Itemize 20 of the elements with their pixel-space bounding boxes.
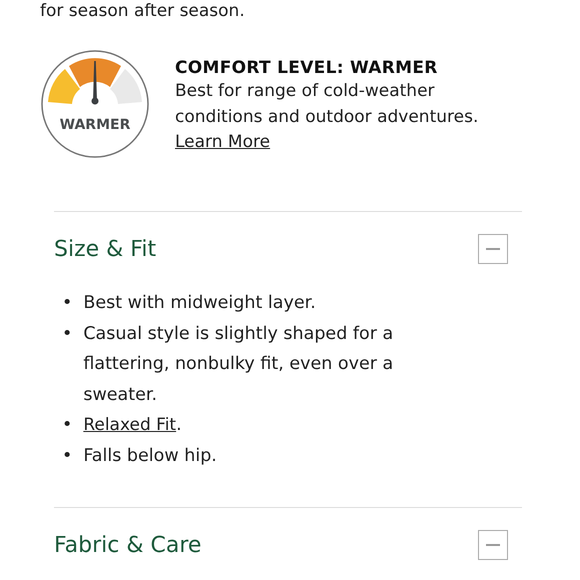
minus-icon — [486, 248, 500, 250]
comfort-gauge-drawing: WARMER — [40, 49, 150, 159]
section-title: Fabric & Care — [54, 532, 202, 558]
bullet-item: Best with midweight layer. — [83, 292, 316, 315]
minus-icon — [486, 544, 500, 546]
collapse-button[interactable] — [478, 234, 508, 264]
comfort-description: Best for range of cold-weather conditions and outdoor adventures. — [175, 80, 480, 128]
description-text: for season after season. — [40, 0, 246, 22]
learn-more-link[interactable]: Learn More — [175, 132, 270, 152]
bullet-marker: • — [62, 444, 72, 468]
collapse-button[interactable] — [478, 530, 508, 560]
bullet-item: Relaxed Fit. — [83, 414, 182, 437]
relaxed-fit-link[interactable]: Relaxed Fit — [83, 415, 176, 435]
comfort-heading: COMFORT LEVEL: WARMER — [175, 57, 439, 79]
bullet-marker: • — [62, 414, 72, 437]
bullet-marker: • — [62, 322, 72, 346]
bullet-item: Falls below hip. — [83, 444, 217, 468]
section-title: Size & Fit — [54, 236, 156, 262]
bullet-marker: • — [62, 292, 72, 315]
bullet-item: Casual style is slightly shaped for a flattering, nonbulky fit, even over a sweater. — [83, 322, 394, 406]
